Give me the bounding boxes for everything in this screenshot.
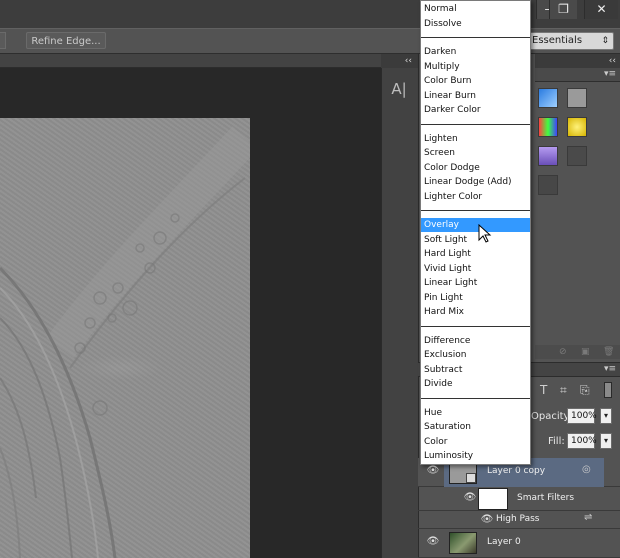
high-pass-texture xyxy=(0,126,250,558)
blend-mode-option[interactable]: Pin Light xyxy=(421,291,530,305)
menu-separator xyxy=(421,397,530,399)
style-swatch[interactable] xyxy=(538,88,558,108)
layer-name[interactable]: Layer 0 copy xyxy=(487,466,545,476)
blend-mode-option[interactable]: Color Burn xyxy=(421,74,530,88)
fill-label: Fill: xyxy=(548,436,565,447)
fill-field[interactable]: 100% xyxy=(567,433,597,449)
blend-mode-option[interactable]: Soft Light xyxy=(421,233,530,247)
style-swatch[interactable] xyxy=(567,117,587,137)
blend-mode-option[interactable]: Hard Light xyxy=(421,247,530,261)
layer-name: High Pass xyxy=(496,514,540,524)
workspace-select[interactable]: Essentials ⇕ xyxy=(525,32,614,50)
chevron-updown-icon: ⇕ xyxy=(601,36,609,46)
style-swatch[interactable] xyxy=(567,146,587,166)
menu-separator xyxy=(421,325,530,327)
blend-mode-option[interactable]: Dissolve xyxy=(421,17,530,31)
layer-name: Smart Filters xyxy=(517,493,575,503)
blend-mode-option[interactable]: Darken xyxy=(421,45,530,59)
eye-icon[interactable]: 👁 xyxy=(463,493,477,503)
close-button[interactable]: ✕ xyxy=(584,0,618,19)
panel-menu-icon[interactable]: ▾≡ xyxy=(604,364,616,374)
menu-separator xyxy=(421,123,530,125)
blend-mode-option[interactable]: Exclusion xyxy=(421,348,530,362)
blend-mode-option[interactable]: Divide xyxy=(421,377,530,391)
styles-footer: ⊘ ▣ 🗑 xyxy=(535,345,620,359)
blend-mode-option[interactable]: Color Dodge xyxy=(421,161,530,175)
workspace-value: Essentials xyxy=(532,35,583,46)
style-swatch[interactable] xyxy=(567,88,587,108)
eye-icon[interactable]: 👁 xyxy=(426,466,440,476)
document-tab-strip xyxy=(0,54,381,68)
mouse-cursor-icon xyxy=(478,224,492,243)
blend-mode-option[interactable]: Lighter Color xyxy=(421,190,530,204)
blend-mode-option[interactable]: Hard Mix xyxy=(421,305,530,319)
eye-icon[interactable]: 👁 xyxy=(480,515,494,525)
options-stub-button[interactable] xyxy=(0,32,6,49)
opacity-label: Opacity: xyxy=(531,411,573,422)
new-style-icon[interactable]: ▣ xyxy=(581,347,590,357)
delete-style-icon[interactable]: 🗑 xyxy=(603,347,614,357)
blend-mode-option[interactable]: Linear Light xyxy=(421,276,530,290)
blend-mode-option[interactable]: Darker Color xyxy=(421,103,530,117)
type-filter-icon[interactable]: T xyxy=(540,383,547,397)
style-swatch[interactable] xyxy=(538,175,558,195)
filter-options-icon[interactable]: ⇌ xyxy=(584,512,592,523)
blend-mode-option[interactable]: Difference xyxy=(421,334,530,348)
menu-separator xyxy=(421,210,530,211)
blend-mode-option[interactable]: Linear Dodge (Add) xyxy=(421,175,530,189)
layer-name[interactable]: Layer 0 xyxy=(487,537,521,547)
layer-fx-icon[interactable]: ◎ xyxy=(582,464,591,475)
blend-mode-option[interactable]: Hue xyxy=(421,406,530,420)
blend-mode-option[interactable]: Normal xyxy=(421,2,530,16)
collapsed-panel-dock xyxy=(381,68,418,558)
layer-thumbnail xyxy=(449,532,477,554)
fill-dropdown-icon[interactable]: ▾ xyxy=(600,433,612,449)
shape-filter-icon[interactable]: ⌗ xyxy=(560,383,567,398)
opacity-dropdown-icon[interactable]: ▾ xyxy=(600,408,612,424)
filter-mask-thumbnail[interactable] xyxy=(478,488,508,510)
restore-button[interactable]: ❐ xyxy=(549,0,577,19)
blend-mode-option[interactable]: Screen xyxy=(421,146,530,160)
blend-mode-option[interactable]: Overlay xyxy=(421,218,530,232)
clear-style-icon[interactable]: ⊘ xyxy=(559,347,567,357)
blend-mode-option[interactable]: Subtract xyxy=(421,363,530,377)
menu-separator xyxy=(421,37,530,38)
blend-mode-option[interactable]: Saturation xyxy=(421,420,530,434)
style-swatch[interactable] xyxy=(538,146,558,166)
blend-mode-option[interactable]: Vivid Light xyxy=(421,262,530,276)
blend-mode-option[interactable]: Luminosity xyxy=(421,449,530,463)
blend-mode-option[interactable]: Lighten xyxy=(421,132,530,146)
panel-menu-icon[interactable]: ▾≡ xyxy=(604,69,616,79)
blend-mode-menu[interactable]: Normal Dissolve Darken Multiply Color Burn Li… xyxy=(420,0,531,465)
refine-edge-button[interactable]: Refine Edge... xyxy=(26,32,106,49)
collapse-panel-button[interactable]: ‹‹ xyxy=(381,54,418,68)
canvas-image[interactable] xyxy=(0,118,250,558)
styles-panel-tabbar: ▾≡ xyxy=(535,68,620,82)
collapse-dock-button[interactable]: ‹‹ xyxy=(535,54,620,68)
smart-object-badge-icon xyxy=(466,473,476,483)
opacity-field[interactable]: 100% xyxy=(567,408,597,424)
filter-toggle[interactable] xyxy=(604,382,612,398)
eye-icon[interactable]: 👁 xyxy=(426,537,440,547)
blend-mode-option[interactable]: Linear Burn xyxy=(421,89,530,103)
style-swatch[interactable] xyxy=(538,117,558,137)
blend-mode-option[interactable]: Multiply xyxy=(421,60,530,74)
character-panel-icon[interactable]: A| xyxy=(388,78,410,100)
layer-filter-icons: T ⌗ ⎘ xyxy=(538,382,620,401)
blend-mode-option[interactable]: Color xyxy=(421,435,530,449)
smart-object-filter-icon[interactable]: ⎘ xyxy=(580,383,590,398)
